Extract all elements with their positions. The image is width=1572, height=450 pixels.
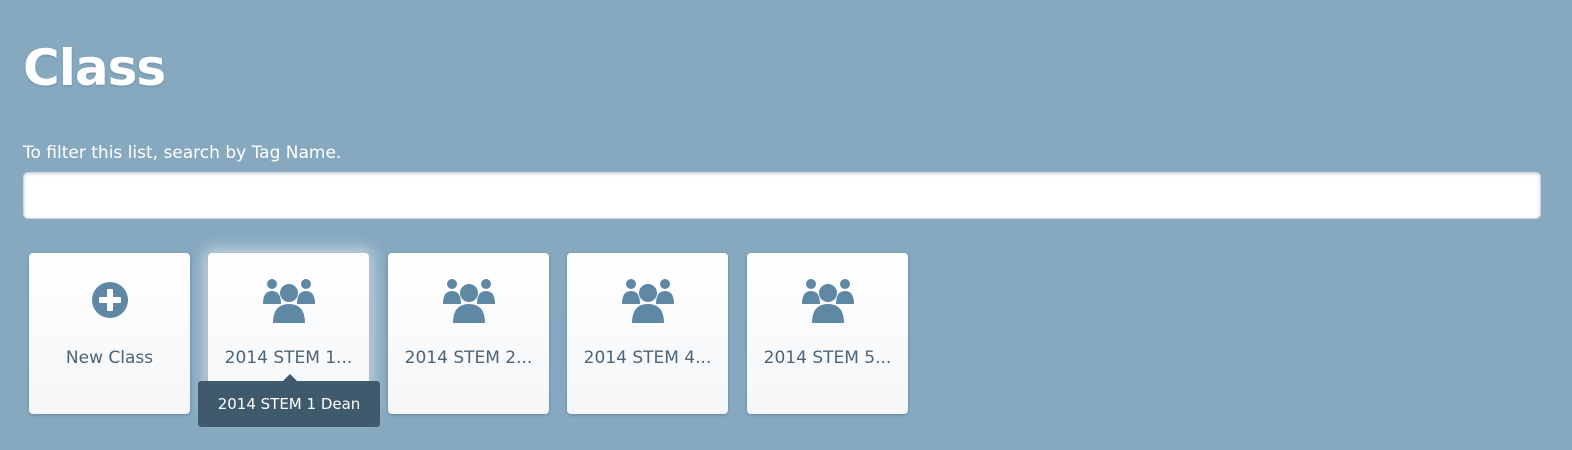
tooltip: 2014 STEM 1 Dean (198, 381, 380, 427)
filter-hint: To filter this list, search by Tag Name. (23, 143, 342, 163)
class-tile[interactable]: 2014 STEM 5... (747, 253, 908, 414)
group-icon (620, 277, 676, 323)
search-input[interactable] (23, 172, 1541, 219)
class-tile[interactable]: 2014 STEM 2... (388, 253, 549, 414)
group-icon (261, 277, 317, 323)
page-title: Class (23, 39, 166, 97)
new-class-tile[interactable]: New Class (29, 253, 190, 414)
tile-label: 2014 STEM 2... (404, 348, 533, 368)
tooltip-arrow (283, 374, 297, 381)
group-icon (441, 277, 497, 323)
tile-label: 2014 STEM 4... (583, 348, 712, 368)
tile-label: 2014 STEM 5... (763, 348, 892, 368)
tile-label: New Class (65, 348, 154, 368)
plus-circle-icon (82, 277, 138, 323)
class-tile[interactable]: 2014 STEM 4... (567, 253, 728, 414)
group-icon (800, 277, 856, 323)
tile-label: 2014 STEM 1... (224, 348, 353, 368)
